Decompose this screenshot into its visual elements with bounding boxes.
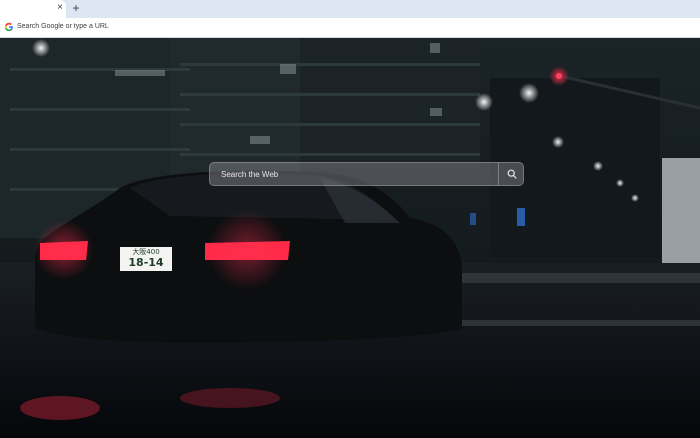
background-wallpaper (0, 38, 700, 438)
tab-close-icon[interactable]: × (55, 2, 65, 14)
new-tab-page: 大阪400 18-14 (0, 38, 700, 438)
google-g-icon (4, 22, 13, 32)
browser-toolbar: Search Google or type a URL (0, 18, 700, 38)
license-plate: 大阪400 18-14 (120, 247, 172, 271)
web-search-box (209, 162, 524, 186)
search-button[interactable] (498, 163, 524, 185)
new-tab-button[interactable]: + (70, 1, 82, 15)
search-icon (507, 169, 517, 179)
active-tab[interactable]: × (0, 0, 66, 18)
plate-line-2: 18-14 (128, 256, 164, 269)
plate-line-1: 大阪400 (132, 248, 160, 256)
omnibox[interactable]: Search Google or type a URL (0, 18, 700, 37)
omnibox-placeholder: Search Google or type a URL (17, 23, 109, 30)
web-search-input[interactable] (210, 163, 498, 185)
tab-strip: × + (0, 0, 700, 18)
